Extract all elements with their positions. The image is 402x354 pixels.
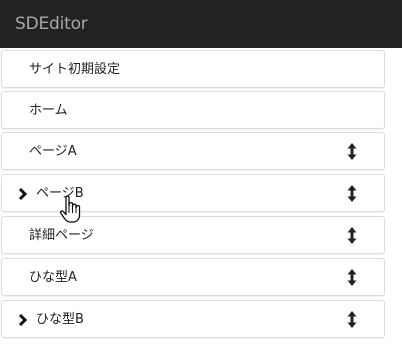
nav-item-label: ひな型B — [36, 312, 84, 327]
chevron-right-icon[interactable] — [17, 187, 29, 201]
chevron-right-icon[interactable] — [17, 313, 29, 327]
app-title[interactable]: SDEditor — [15, 13, 88, 35]
nav-item-template-b[interactable]: ひな型B — [1, 300, 385, 338]
nav-item-page-a[interactable]: ページA — [1, 132, 385, 170]
nav-item-site-settings[interactable]: サイト初期設定 — [1, 50, 385, 88]
vertical-resize-icon[interactable] — [346, 269, 358, 286]
nav-item-label: ページA — [29, 144, 77, 159]
hand-pointer-icon — [59, 195, 81, 223]
nav-item-label: ひな型A — [29, 270, 77, 285]
vertical-resize-icon[interactable] — [346, 311, 358, 328]
nav-item-label: ホーム — [29, 103, 68, 118]
vertical-resize-icon[interactable] — [346, 185, 358, 202]
vertical-resize-icon[interactable] — [346, 227, 358, 244]
nav-item-home[interactable]: ホーム — [1, 91, 385, 129]
app-header: SDEditor — [0, 0, 402, 48]
nav-item-label: 詳細ページ — [29, 228, 94, 243]
nav-item-label: サイト初期設定 — [29, 62, 121, 77]
nav-item-template-a[interactable]: ひな型A — [1, 258, 385, 296]
vertical-resize-icon[interactable] — [346, 143, 358, 160]
